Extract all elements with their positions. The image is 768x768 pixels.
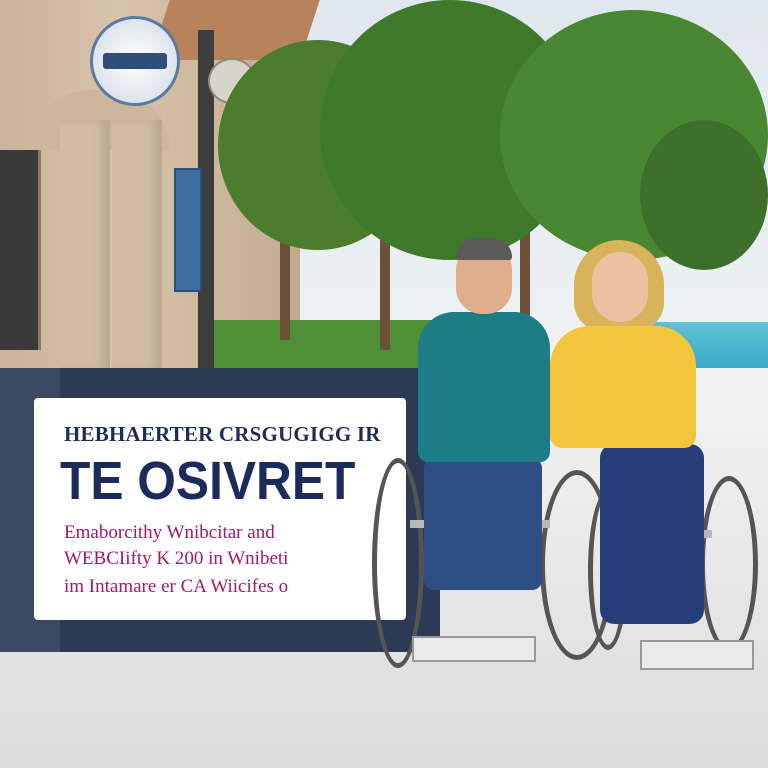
footplate — [412, 636, 536, 662]
emblem-plate — [103, 53, 167, 69]
man-hair — [456, 238, 512, 260]
promo-kicker: HEBHAERTER CRSGUGIGG IR — [64, 422, 381, 446]
building-window — [0, 150, 41, 350]
promo-headline: TE OSIVRET — [60, 451, 356, 511]
promo-body-line: im Intamare er CA Wiicifes o — [64, 576, 289, 597]
building-column — [112, 120, 162, 370]
tree-trunk — [280, 230, 290, 340]
footplate — [640, 640, 754, 670]
circular-emblem-icon — [90, 16, 180, 106]
promo-body-line: Emaborcithy Wnibcitar and — [64, 522, 275, 543]
promo-card: HEBHAERTER CRSGUGIGG IR TE OSIVRET Emabo… — [34, 398, 406, 620]
photo-scene: HEBHAERTER CRSGUGIGG IR TE OSIVRET Emabo… — [0, 0, 768, 768]
promo-body-line: WEBCIifty K 200 in Wnibeti — [64, 548, 289, 569]
wheelchair-wheel — [700, 476, 758, 652]
woman-head — [592, 252, 648, 322]
man-shirt — [418, 312, 550, 462]
man-legs — [424, 458, 542, 590]
building-column — [60, 120, 110, 370]
pole-banner — [174, 168, 202, 292]
tree — [640, 120, 768, 270]
tree-trunk — [380, 240, 390, 350]
woman-legs — [600, 444, 704, 624]
woman-shirt — [550, 326, 696, 448]
